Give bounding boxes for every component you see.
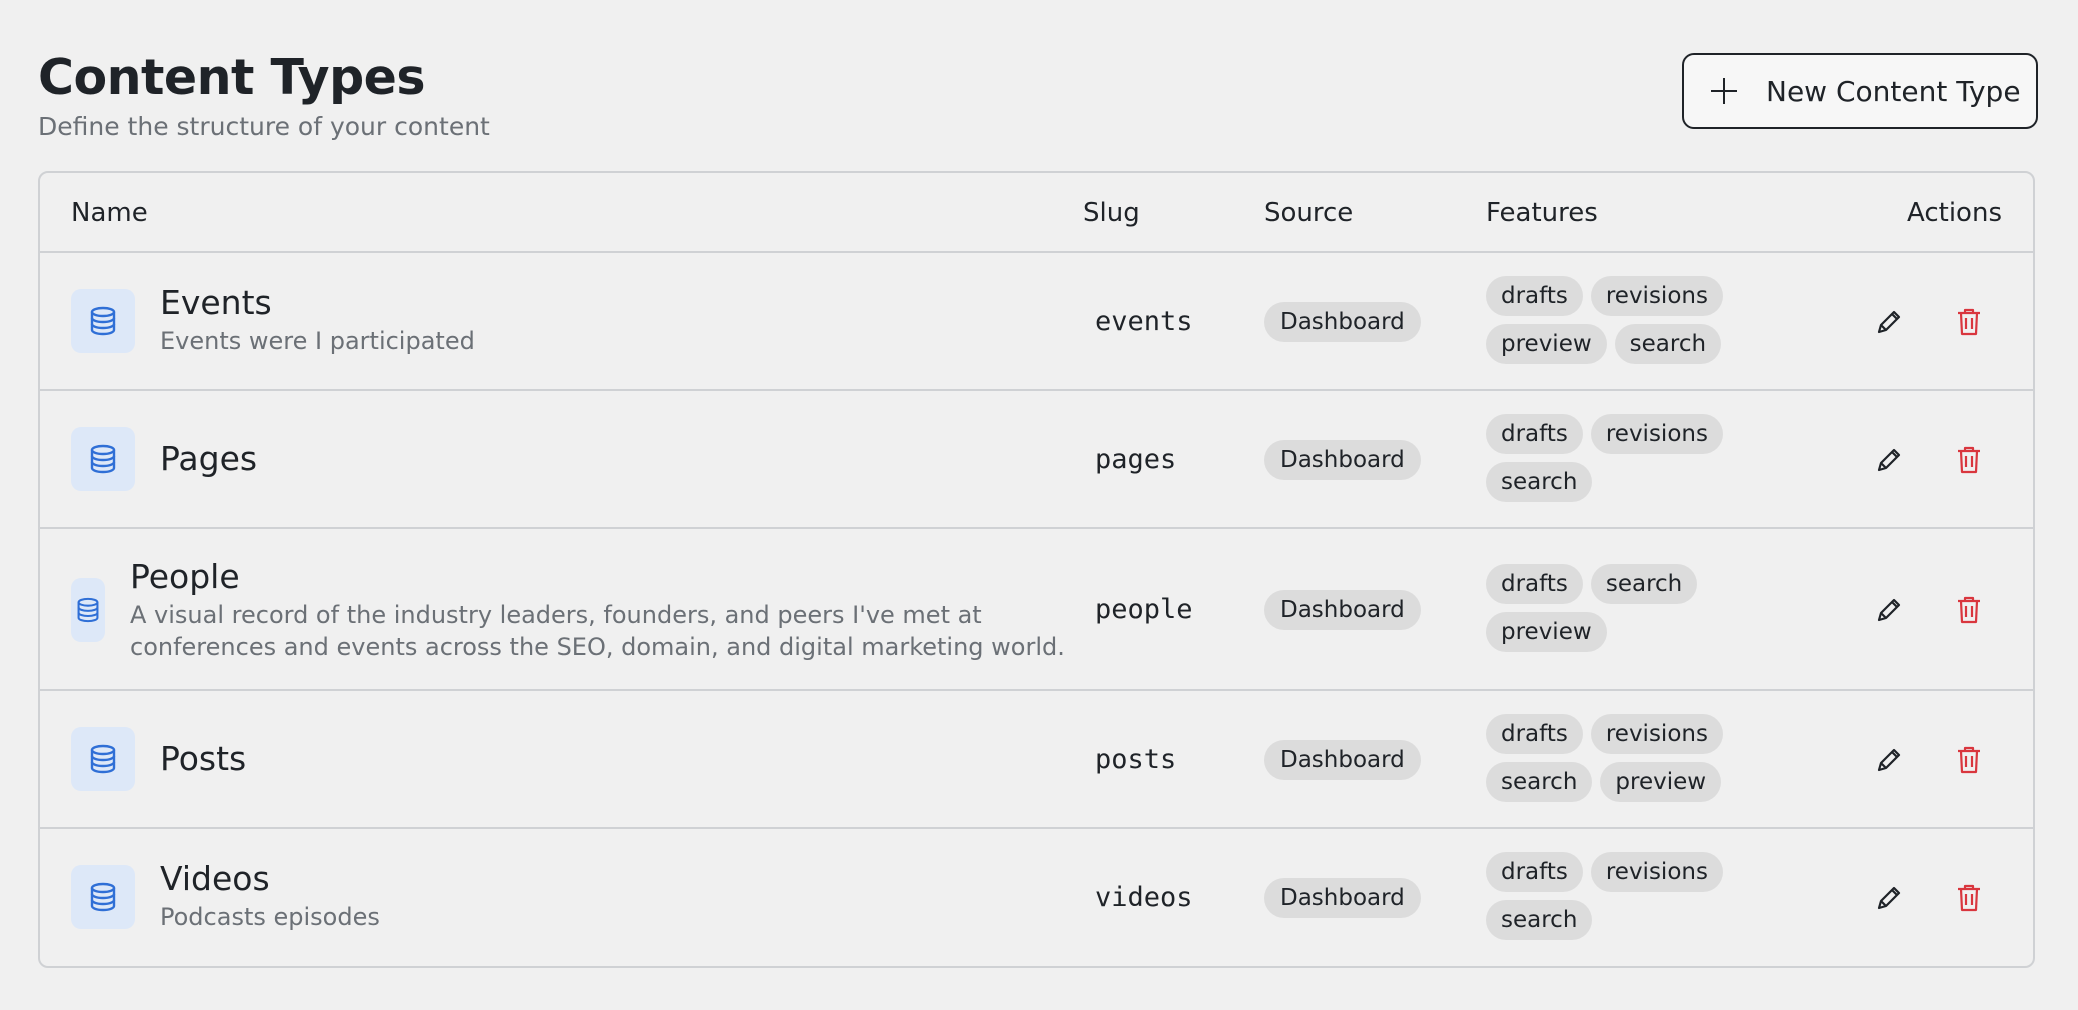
feature-chip: revisions (1590, 276, 1723, 316)
plus-icon (1710, 77, 1738, 105)
table-row: People A visual record of the industry l… (40, 529, 2033, 691)
pencil-icon (1877, 310, 1901, 334)
database-icon (71, 727, 135, 791)
trash-icon (1958, 446, 1980, 474)
content-type-name[interactable]: People (130, 557, 1065, 597)
edit-button[interactable] (1869, 302, 1909, 342)
content-type-description: Events were I participated (160, 327, 475, 355)
delete-button[interactable] (1949, 590, 1989, 630)
source-badge: Dashboard (1264, 878, 1421, 918)
feature-chip: drafts (1486, 414, 1583, 454)
source-badge: Dashboard (1264, 590, 1421, 630)
table-row: Posts posts Dashboard drafts revisions s… (40, 691, 2033, 829)
feature-chip: drafts (1486, 852, 1583, 892)
feature-chip: preview (1486, 324, 1607, 364)
features-cell: drafts search preview (1486, 564, 1746, 652)
features-cell: drafts revisions preview search (1486, 276, 1746, 364)
delete-button[interactable] (1949, 440, 1989, 480)
feature-chip: search (1486, 462, 1593, 502)
slug-cell: posts (1095, 744, 1177, 775)
source-badge: Dashboard (1264, 302, 1421, 342)
database-icon (71, 427, 135, 491)
edit-button[interactable] (1869, 440, 1909, 480)
trash-icon (1958, 596, 1980, 624)
delete-button[interactable] (1949, 740, 1989, 780)
feature-chip: preview (1600, 762, 1722, 802)
edit-button[interactable] (1869, 590, 1909, 630)
slug-cell: events (1095, 306, 1193, 337)
content-type-description: conferences and events across the SEO, d… (130, 633, 1065, 661)
pencil-icon (1877, 886, 1901, 910)
database-icon (71, 289, 135, 353)
pencil-icon (1877, 448, 1901, 472)
trash-icon (1958, 308, 1980, 336)
column-header-slug: Slug (1083, 198, 1140, 228)
edit-button[interactable] (1869, 740, 1909, 780)
database-icon (71, 865, 135, 929)
feature-chip: drafts (1486, 564, 1583, 604)
table-row: Pages pages Dashboard drafts revisions s… (40, 391, 2033, 529)
features-cell: drafts revisions search preview (1486, 714, 1746, 802)
content-type-name[interactable]: Videos (160, 859, 380, 899)
new-content-type-label: New Content Type (1766, 74, 2021, 108)
source-badge: Dashboard (1264, 440, 1421, 480)
content-type-name[interactable]: Pages (160, 439, 257, 479)
content-types-page: Content Types Define the structure of yo… (0, 0, 2078, 1010)
name-cell: Events Events were I participated (160, 283, 475, 357)
trash-icon (1958, 746, 1980, 774)
feature-chip: revisions (1590, 414, 1723, 454)
slug-cell: pages (1095, 444, 1177, 475)
pencil-icon (1877, 748, 1901, 772)
content-type-description: Podcasts episodes (160, 903, 380, 931)
new-content-type-button[interactable]: New Content Type (1682, 53, 2038, 129)
features-cell: drafts revisions search (1486, 852, 1746, 940)
table-row: Events Events were I participated events… (40, 253, 2033, 391)
feature-chip: revisions (1590, 852, 1723, 892)
feature-chip: search (1614, 324, 1722, 364)
trash-icon (1958, 884, 1980, 912)
feature-chip: search (1486, 762, 1593, 802)
feature-chip: preview (1486, 612, 1607, 652)
column-header-source: Source (1264, 198, 1354, 228)
name-cell: Pages (160, 439, 257, 479)
slug-cell: people (1095, 594, 1193, 625)
content-types-table: Name Slug Source Features Actions Events… (38, 171, 2035, 968)
edit-button[interactable] (1869, 878, 1909, 918)
content-type-name[interactable]: Events (160, 283, 475, 323)
slug-cell: videos (1095, 882, 1193, 913)
content-type-name[interactable]: Posts (160, 739, 246, 779)
name-cell: People A visual record of the industry l… (130, 557, 1065, 663)
feature-chip: search (1590, 564, 1698, 604)
column-header-name: Name (71, 198, 148, 228)
feature-chip: drafts (1486, 276, 1583, 316)
source-badge: Dashboard (1264, 740, 1421, 780)
delete-button[interactable] (1949, 302, 1989, 342)
column-header-actions: Actions (1907, 198, 2002, 228)
delete-button[interactable] (1949, 878, 1989, 918)
feature-chip: revisions (1590, 714, 1723, 754)
content-type-description: A visual record of the industry leaders,… (130, 601, 982, 629)
column-header-features: Features (1486, 198, 1598, 228)
database-icon (71, 578, 105, 642)
name-cell: Videos Podcasts episodes (160, 859, 380, 933)
pencil-icon (1877, 598, 1901, 622)
page-header: Content Types Define the structure of yo… (38, 48, 2038, 148)
feature-chip: drafts (1486, 714, 1583, 754)
name-cell: Posts (160, 739, 246, 779)
feature-chip: search (1486, 900, 1593, 940)
table-row: Videos Podcasts episodes videos Dashboar… (40, 829, 2033, 966)
table-header: Name Slug Source Features Actions (40, 173, 2033, 253)
features-cell: drafts revisions search (1486, 414, 1746, 502)
